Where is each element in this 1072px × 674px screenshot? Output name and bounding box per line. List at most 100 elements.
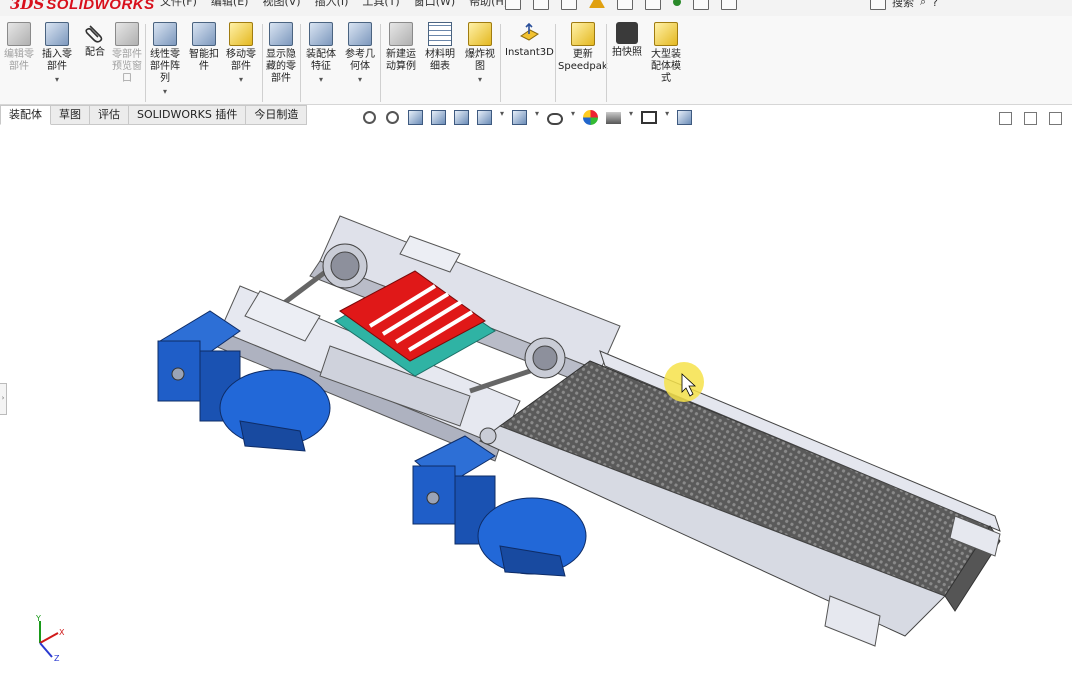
assembly-features-button[interactable]: 装配体 特征 ▾ (306, 22, 336, 86)
edit-appearance-icon[interactable] (583, 109, 599, 125)
view-orientation-icon[interactable] (477, 109, 492, 125)
button-label: 装配体 特征 (306, 49, 336, 72)
update-speedpak-button[interactable]: 更新 Speedpak (558, 22, 608, 73)
file-properties-icon[interactable] (693, 0, 709, 10)
menu-view[interactable]: 视图(V) (262, 0, 300, 9)
minimize-icon[interactable] (1024, 112, 1037, 125)
component-preview-icon (115, 22, 139, 46)
dropdown-caret-icon[interactable]: ▾ (239, 74, 243, 86)
button-label: 参考几 何体 (345, 49, 375, 72)
hide-show-items-icon[interactable] (547, 112, 564, 125)
heads-up-view-toolbar: ▾ ▾ ▾ ▾ ▾ (362, 109, 693, 125)
button-label: 编辑零 部件 (4, 49, 34, 72)
insert-component-button[interactable]: 插入零 部件 ▾ (42, 22, 72, 86)
logo-prefix: 3DS (10, 0, 45, 13)
search-box[interactable]: 搜索 ⌕ ? (870, 0, 938, 10)
rotate-view-icon[interactable] (677, 109, 693, 125)
belt-conveyor[interactable] (479, 350, 1001, 647)
logo-text: SOLIDWORKS (46, 0, 155, 13)
restore-icon[interactable] (1049, 112, 1062, 125)
split-view-icon[interactable] (999, 112, 1012, 125)
options-gear-icon[interactable] (721, 0, 737, 10)
zoom-to-area-icon[interactable] (386, 110, 399, 124)
dynamic-annotation-icon[interactable] (454, 109, 469, 125)
search-label: 搜索 (892, 0, 914, 9)
sketch-icon[interactable] (561, 0, 577, 10)
view-settings-icon[interactable] (641, 111, 658, 124)
menu-help[interactable]: 帮助(H) (469, 0, 508, 9)
dropdown-caret-icon[interactable]: ▾ (500, 109, 504, 125)
status-indicator-icon[interactable] (673, 0, 681, 6)
tab-manufacturing[interactable]: 今日制造 (246, 105, 308, 125)
bill-of-materials-button[interactable]: 材料明 细表 (425, 22, 455, 73)
move-component-button[interactable]: 移动零 部件 ▾ (226, 22, 256, 86)
dropdown-caret-icon[interactable]: ▾ (55, 74, 59, 86)
dropdown-caret-icon[interactable]: ▾ (163, 86, 167, 98)
tab-sketch[interactable]: 草图 (51, 105, 90, 125)
help-question-icon[interactable]: ? (932, 0, 938, 9)
dropdown-caret-icon[interactable]: ▾ (319, 74, 323, 86)
ribbon-separator (262, 24, 263, 102)
solidworks-logo[interactable]: 3DS SOLIDWORKS (10, 0, 155, 14)
new-document-icon[interactable] (505, 0, 521, 10)
reference-triad: Y X Z (35, 615, 65, 663)
component-preview-button[interactable]: 零部件 预览窗 口 (112, 22, 142, 85)
update-speedpak-icon (570, 22, 595, 46)
button-label: 拍快照 (612, 47, 642, 58)
section-view-icon[interactable] (431, 109, 446, 125)
dropdown-caret-icon[interactable]: ▾ (478, 74, 482, 86)
dropdown-caret-icon[interactable]: ▾ (571, 109, 575, 125)
feature-manager-expand-handle[interactable]: › (0, 383, 7, 415)
select-cursor-icon[interactable] (645, 0, 661, 10)
ribbon-separator (606, 24, 607, 102)
exploded-view-button[interactable]: 爆炸视 图 ▾ (465, 22, 495, 86)
smart-fasteners-button[interactable]: 智能扣 件 (189, 22, 219, 73)
graphics-area[interactable] (0, 126, 1072, 670)
menu-tools[interactable]: 工具(T) (362, 0, 399, 9)
button-label: 显示隐 藏的零 部件 (266, 49, 296, 84)
mate-icon (85, 25, 103, 43)
apply-scene-icon[interactable] (606, 112, 622, 124)
instant3d-icon (520, 22, 540, 41)
button-label: 线性零 部件阵 列 (150, 49, 180, 84)
linear-pattern-button[interactable]: 线性零 部件阵 列 ▾ (150, 22, 180, 98)
ribbon-separator (500, 24, 501, 102)
warning-icon[interactable] (589, 0, 605, 8)
edit-component-button[interactable]: 编辑零 部件 (4, 22, 34, 73)
show-hidden-components-button[interactable]: 显示隐 藏的零 部件 (266, 22, 296, 85)
large-assembly-mode-button[interactable]: 大型装 配体模 式 (651, 22, 681, 85)
dropdown-caret-icon[interactable]: ▾ (629, 109, 633, 125)
assembly-model[interactable] (0, 126, 1072, 670)
ribbon-separator (145, 24, 146, 102)
reference-geometry-button[interactable]: 参考几 何体 ▾ (345, 22, 375, 86)
tab-assembly[interactable]: 装配体 (0, 105, 51, 125)
menu-file[interactable]: 文件(F) (160, 0, 197, 9)
instant3d-button[interactable]: Instant3D (505, 22, 554, 59)
search-icon[interactable]: ⌕ (920, 0, 926, 9)
menu-insert[interactable]: 插入(I) (315, 0, 349, 9)
ribbon-separator (300, 24, 301, 102)
smart-fasteners-icon (192, 22, 216, 46)
mate-button[interactable]: 配合 (84, 22, 106, 59)
zoom-to-fit-icon[interactable] (363, 110, 376, 124)
dropdown-caret-icon[interactable]: ▾ (535, 109, 539, 125)
tab-solidworks-addins[interactable]: SOLIDWORKS 插件 (129, 105, 247, 125)
button-label: 更新 Speedpak (558, 49, 608, 72)
new-motion-study-button[interactable]: 新建运 动算例 (386, 22, 416, 73)
command-manager: 编辑零 部件 插入零 部件 ▾ 配合 零部件 预览窗 口 线性零 部件阵 列 ▾… (0, 16, 1072, 105)
take-snapshot-icon (616, 22, 638, 44)
display-style-icon[interactable] (512, 109, 528, 125)
button-label: 移动零 部件 (226, 49, 256, 72)
reference-geometry-icon (348, 22, 372, 46)
take-snapshot-button[interactable]: 拍快照 (612, 22, 642, 59)
menu-edit[interactable]: 编辑(E) (211, 0, 249, 9)
dropdown-caret-icon[interactable]: ▾ (358, 74, 362, 86)
show-hidden-icon (269, 22, 293, 46)
previous-view-icon[interactable] (408, 109, 423, 125)
menu-window[interactable]: 窗口(W) (414, 0, 455, 9)
large-assembly-mode-icon (654, 22, 678, 46)
undo-icon[interactable] (617, 0, 633, 10)
open-document-icon[interactable] (533, 0, 549, 10)
dropdown-caret-icon[interactable]: ▾ (665, 109, 669, 125)
tab-evaluate[interactable]: 评估 (90, 105, 129, 125)
